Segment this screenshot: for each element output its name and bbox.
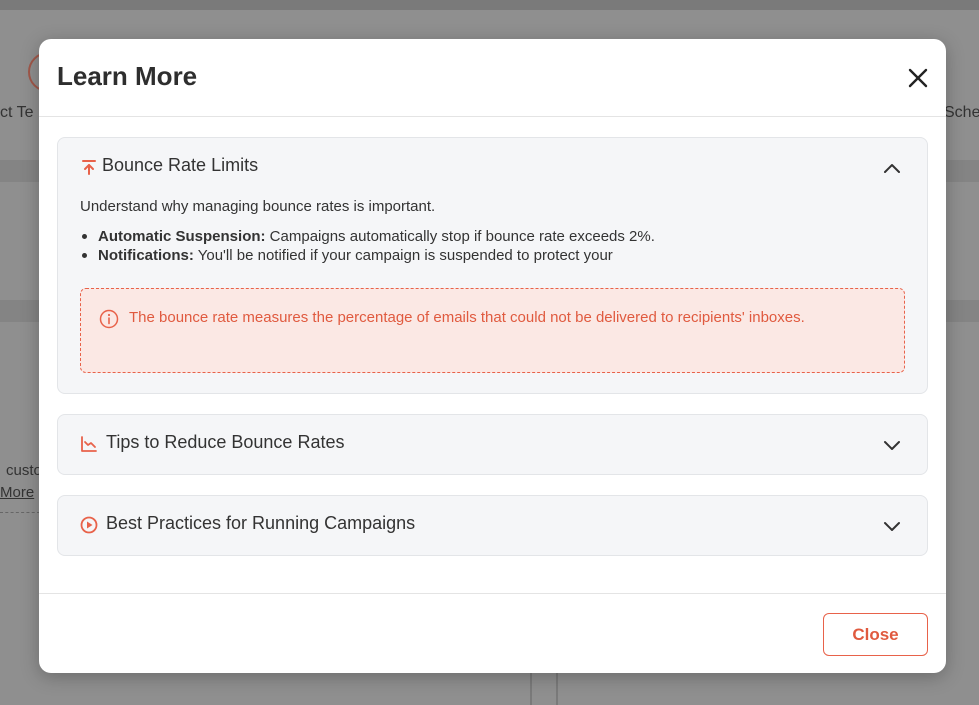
- play-circle-icon: [80, 516, 98, 534]
- arrow-up-to-line-icon: [80, 158, 98, 176]
- chevron-down-icon[interactable]: [882, 516, 902, 536]
- background-divider: [530, 673, 532, 705]
- modal-header: Learn More: [39, 39, 946, 117]
- accordion-tips-reduce-bounce: Tips to Reduce Bounce Rates: [57, 414, 928, 475]
- background-snippet-text: custo: [6, 462, 42, 479]
- list-item: Notifications: You'll be notified if you…: [80, 246, 905, 265]
- accordion-title: Bounce Rate Limits: [102, 155, 259, 175]
- accordion-header-tips-reduce-bounce[interactable]: Tips to Reduce Bounce Rates: [58, 415, 927, 473]
- accordion-title: Best Practices for Running Campaigns: [106, 513, 416, 533]
- learn-more-modal: Learn More Bounce Rate Limits Understand…: [39, 39, 946, 673]
- bullet-list: Automatic Suspension: Campaigns automati…: [80, 227, 905, 265]
- background-divider: [0, 512, 40, 513]
- bullet-label: Automatic Suspension:: [98, 228, 266, 245]
- chart-line-down-icon: [80, 435, 98, 453]
- background-step-label-right: Sche: [944, 104, 979, 121]
- bullet-text: Campaigns automatically stop if bounce r…: [265, 228, 655, 245]
- section-intro: Understand why managing bounce rates is …: [80, 198, 436, 215]
- accordion-title: Tips to Reduce Bounce Rates: [106, 432, 345, 452]
- bullet-text: You'll be notified if your campaign is s…: [193, 247, 613, 264]
- info-alert: The bounce rate measures the percentage …: [80, 288, 905, 373]
- close-icon[interactable]: [905, 65, 931, 91]
- chevron-down-icon[interactable]: [882, 435, 902, 455]
- background-snippet-link: More: [0, 484, 35, 501]
- alert-text: The bounce rate measures the percentage …: [129, 309, 805, 326]
- modal-footer: Close: [39, 593, 946, 673]
- background-divider: [556, 673, 558, 705]
- modal-title: Learn More: [57, 61, 198, 91]
- chevron-up-icon[interactable]: [882, 158, 902, 178]
- bullet-label: Notifications:: [98, 247, 194, 264]
- background-step-label-left: ct Te: [0, 104, 34, 121]
- accordion-header-bounce-rate-limits[interactable]: Bounce Rate Limits: [58, 138, 927, 196]
- accordion-bounce-rate-limits: Bounce Rate Limits Understand why managi…: [57, 137, 928, 394]
- list-item: Automatic Suspension: Campaigns automati…: [80, 227, 905, 246]
- accordion-content: Understand why managing bounce rates is …: [80, 198, 905, 373]
- accordion-best-practices: Best Practices for Running Campaigns: [57, 495, 928, 556]
- background-topbar: [0, 0, 979, 10]
- info-icon: [99, 309, 119, 329]
- accordion-header-best-practices[interactable]: Best Practices for Running Campaigns: [58, 496, 927, 554]
- close-button[interactable]: Close: [823, 613, 928, 656]
